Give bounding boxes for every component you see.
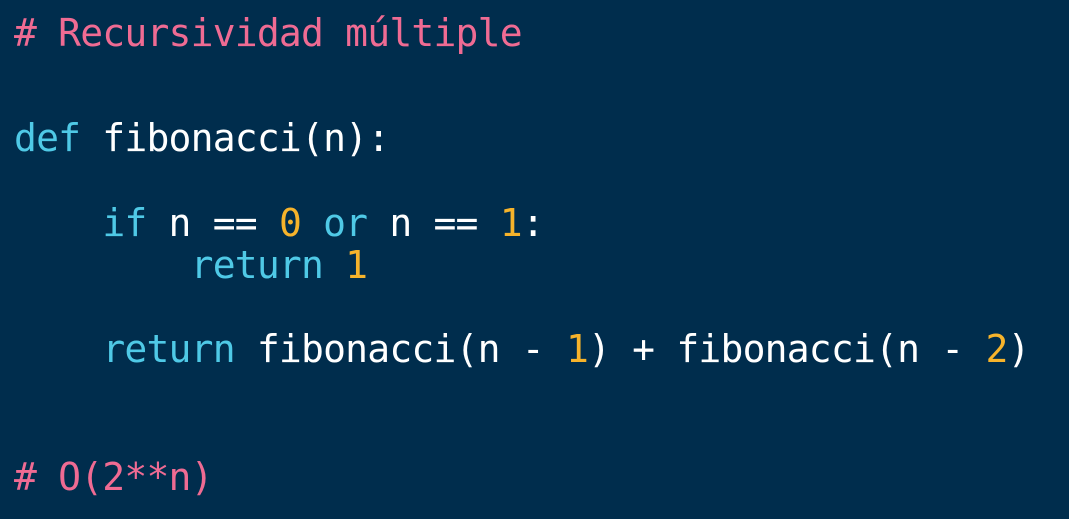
- code-token-number: 2: [985, 327, 1008, 371]
- code-token-plain: fibonacci(n):: [80, 116, 390, 160]
- code-token-number: 1: [345, 243, 368, 287]
- code-token-plain: ): [1007, 327, 1031, 371]
- code-token-plain: :: [521, 201, 545, 245]
- code-line-4: return 1: [14, 243, 368, 287]
- code-token-keyword: if: [102, 201, 147, 245]
- code-token-keyword: return: [190, 243, 324, 287]
- code-token-keyword: or: [323, 201, 368, 245]
- code-token-comment: # Recursividad múltiple: [14, 11, 523, 55]
- code-token-comment: # O(2**n): [14, 455, 214, 499]
- code-token-number: 1: [565, 327, 589, 371]
- code-token-keyword: return: [102, 327, 235, 371]
- code-token-number: 0: [278, 201, 302, 245]
- code-line-1: # Recursividad múltiple: [14, 11, 523, 55]
- code-token-plain: n ==: [146, 201, 279, 245]
- code-token-number: 1: [499, 201, 523, 245]
- code-line-6: # O(2**n): [14, 455, 214, 499]
- code-token-plain: n ==: [367, 201, 500, 245]
- code-token-plain: fibonacci(n -: [234, 327, 566, 371]
- code-line-2: def fibonacci(n):: [14, 116, 390, 160]
- code-line-5: return fibonacci(n - 1) + fibonacci(n - …: [14, 327, 1030, 371]
- code-editor: # Recursividad múltiple def fibonacci(n)…: [0, 0, 1069, 519]
- code-token-plain: ) + fibonacci(n -: [588, 327, 986, 371]
- code-token-keyword: def: [14, 116, 81, 160]
- code-line-3: if n == 0 or n == 1:: [14, 201, 544, 245]
